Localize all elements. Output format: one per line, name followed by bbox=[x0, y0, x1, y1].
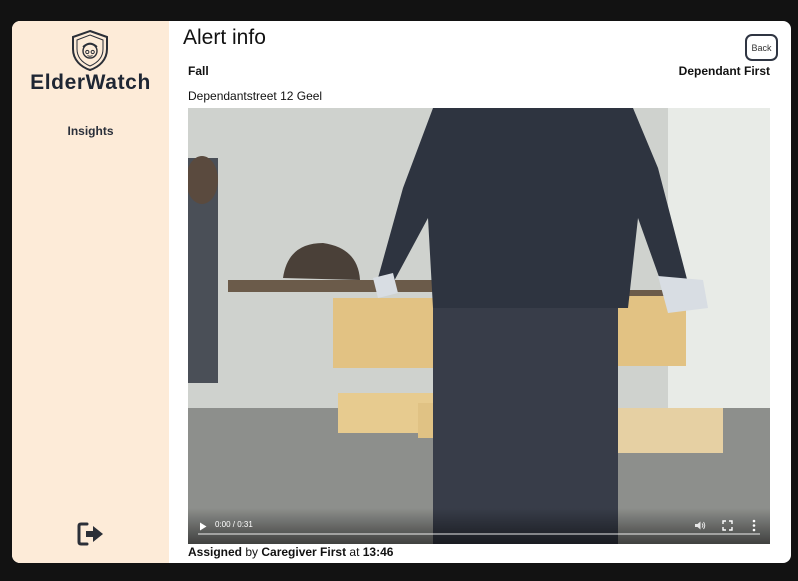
sidebar: ElderWatch Insights bbox=[12, 21, 169, 563]
app-window: ElderWatch Insights Alert info Back Fall… bbox=[12, 21, 791, 563]
at-word: at bbox=[346, 545, 363, 559]
video-controls: 0:00 / 0:31 bbox=[188, 508, 770, 544]
video-player[interactable]: 0:00 / 0:31 bbox=[188, 108, 770, 544]
more-options-icon[interactable] bbox=[751, 519, 757, 532]
by-word: by bbox=[242, 545, 262, 559]
current-time: 0:00 bbox=[215, 520, 231, 529]
video-progress-bar[interactable] bbox=[198, 533, 760, 535]
sidebar-item-insights[interactable]: Insights bbox=[12, 124, 169, 138]
dependant-name: Dependant First bbox=[678, 64, 770, 78]
brand-name: ElderWatch bbox=[30, 71, 151, 94]
alert-panel: Alert info Back Fall Dependant First Dep… bbox=[169, 21, 791, 563]
alert-type: Fall bbox=[188, 64, 209, 78]
page-title: Alert info bbox=[183, 26, 266, 49]
play-icon[interactable] bbox=[198, 521, 208, 532]
dependant-address: Dependantstreet 12 Geel bbox=[188, 89, 323, 103]
video-time: 0:00 / 0:31 bbox=[215, 520, 253, 529]
caregiver-name: Caregiver First bbox=[261, 545, 347, 559]
assignment-info: Assigned by Caregiver First at 13:46 bbox=[188, 545, 393, 559]
shield-face-icon bbox=[72, 29, 108, 71]
logout-icon[interactable] bbox=[76, 521, 106, 547]
assigned-time: 13:46 bbox=[362, 545, 394, 559]
duration: 0:31 bbox=[237, 520, 253, 529]
assigned-label: Assigned bbox=[188, 545, 243, 559]
fullscreen-icon[interactable] bbox=[722, 520, 733, 531]
volume-icon[interactable] bbox=[694, 520, 706, 531]
back-button[interactable]: Back bbox=[745, 34, 778, 61]
video-frame bbox=[188, 108, 770, 544]
